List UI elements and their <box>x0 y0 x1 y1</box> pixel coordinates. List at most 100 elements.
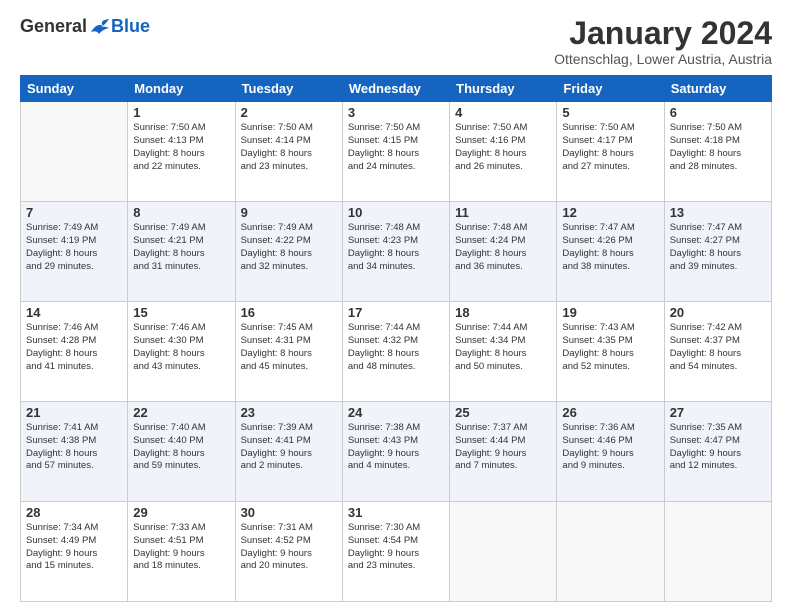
calendar-week-row: 14 Sunrise: 7:46 AM Sunset: 4:28 PM Dayli… <box>21 302 772 402</box>
day-number: 18 <box>455 305 551 320</box>
calendar-day-cell <box>450 502 557 602</box>
day-number: 23 <box>241 405 337 420</box>
calendar-day-cell: 31Sunrise: 7:30 AM Sunset: 4:54 PM Dayli… <box>342 502 449 602</box>
calendar-day-cell <box>557 502 664 602</box>
day-info: Sunrise: 7:40 AM Sunset: 4:40 PM Dayligh… <box>133 422 229 473</box>
calendar-day-cell: 22 Sunrise: 7:40 AM Sunset: 4:40 PM Dayli… <box>128 402 235 502</box>
calendar-day-cell: 30Sunrise: 7:31 AM Sunset: 4:52 PM Dayli… <box>235 502 342 602</box>
day-info: Sunrise: 7:49 AM Sunset: 4:19 PM Dayligh… <box>26 222 122 273</box>
day-info: Sunrise: 7:49 AM Sunset: 4:21 PM Dayligh… <box>133 222 229 273</box>
calendar-day-cell: 25 Sunrise: 7:37 AM Sunset: 4:44 PM Dayli… <box>450 402 557 502</box>
calendar-day-cell: 29Sunrise: 7:33 AM Sunset: 4:51 PM Dayli… <box>128 502 235 602</box>
calendar-day-cell: 4 Sunrise: 7:50 AM Sunset: 4:16 PM Daylig… <box>450 102 557 202</box>
day-number: 3 <box>348 105 444 120</box>
day-number: 25 <box>455 405 551 420</box>
day-info: Sunrise: 7:50 AM Sunset: 4:14 PM Dayligh… <box>241 122 337 173</box>
day-number: 26 <box>562 405 658 420</box>
calendar-week-row: 28 Sunrise: 7:34 AM Sunset: 4:49 PM Dayli… <box>21 502 772 602</box>
day-info: Sunrise: 7:46 AM Sunset: 4:30 PM Dayligh… <box>133 322 229 373</box>
calendar-day-cell: 20Sunrise: 7:42 AM Sunset: 4:37 PM Dayli… <box>664 302 771 402</box>
day-info: Sunrise: 7:49 AM Sunset: 4:22 PM Dayligh… <box>241 222 337 273</box>
day-number: 2 <box>241 105 337 120</box>
day-info: Sunrise: 7:46 AM Sunset: 4:28 PM Dayligh… <box>26 322 122 373</box>
subtitle: Ottenschlag, Lower Austria, Austria <box>554 51 772 67</box>
calendar-day-cell: 9 Sunrise: 7:49 AM Sunset: 4:22 PM Daylig… <box>235 202 342 302</box>
col-sunday: Sunday <box>21 76 128 102</box>
logo: General Blue <box>20 16 150 37</box>
day-number: 12 <box>562 205 658 220</box>
day-number: 6 <box>670 105 766 120</box>
day-number: 4 <box>455 105 551 120</box>
day-info: Sunrise: 7:44 AM Sunset: 4:32 PM Dayligh… <box>348 322 444 373</box>
calendar-day-cell: 12 Sunrise: 7:47 AM Sunset: 4:26 PM Dayli… <box>557 202 664 302</box>
calendar-header-row: Sunday Monday Tuesday Wednesday Thursday… <box>21 76 772 102</box>
day-info: Sunrise: 7:34 AM Sunset: 4:49 PM Dayligh… <box>26 522 122 573</box>
day-number: 24 <box>348 405 444 420</box>
calendar-day-cell: 17 Sunrise: 7:44 AM Sunset: 4:32 PM Dayli… <box>342 302 449 402</box>
calendar-table: Sunday Monday Tuesday Wednesday Thursday… <box>20 75 772 602</box>
day-number: 31 <box>348 505 444 520</box>
day-number: 27 <box>670 405 766 420</box>
day-number: 13 <box>670 205 766 220</box>
calendar-day-cell: 16 Sunrise: 7:45 AM Sunset: 4:31 PM Dayli… <box>235 302 342 402</box>
day-info: Sunrise: 7:37 AM Sunset: 4:44 PM Dayligh… <box>455 422 551 473</box>
day-info: Sunrise: 7:50 AM Sunset: 4:13 PM Dayligh… <box>133 122 229 173</box>
col-tuesday: Tuesday <box>235 76 342 102</box>
day-info: Sunrise: 7:50 AM Sunset: 4:17 PM Dayligh… <box>562 122 658 173</box>
day-number: 5 <box>562 105 658 120</box>
main-title: January 2024 <box>554 16 772 51</box>
day-info: Sunrise: 7:45 AM Sunset: 4:31 PM Dayligh… <box>241 322 337 373</box>
day-number: 9 <box>241 205 337 220</box>
day-number: 17 <box>348 305 444 320</box>
day-number: 11 <box>455 205 551 220</box>
logo-blue-text: Blue <box>111 16 150 37</box>
calendar-day-cell: 5 Sunrise: 7:50 AM Sunset: 4:17 PM Daylig… <box>557 102 664 202</box>
day-info: Sunrise: 7:44 AM Sunset: 4:34 PM Dayligh… <box>455 322 551 373</box>
calendar-day-cell: 1 Sunrise: 7:50 AM Sunset: 4:13 PM Daylig… <box>128 102 235 202</box>
calendar-day-cell: 15Sunrise: 7:46 AM Sunset: 4:30 PM Dayli… <box>128 302 235 402</box>
day-number: 1 <box>133 105 229 120</box>
page: General Blue January 2024 Ottenschlag, L… <box>0 0 792 612</box>
calendar-week-row: 21Sunrise: 7:41 AM Sunset: 4:38 PM Dayli… <box>21 402 772 502</box>
day-info: Sunrise: 7:36 AM Sunset: 4:46 PM Dayligh… <box>562 422 658 473</box>
calendar-day-cell: 27 Sunrise: 7:35 AM Sunset: 4:47 PM Dayli… <box>664 402 771 502</box>
calendar-day-cell: 13Sunrise: 7:47 AM Sunset: 4:27 PM Dayli… <box>664 202 771 302</box>
calendar-day-cell: 18 Sunrise: 7:44 AM Sunset: 4:34 PM Dayli… <box>450 302 557 402</box>
calendar-week-row: 1 Sunrise: 7:50 AM Sunset: 4:13 PM Daylig… <box>21 102 772 202</box>
calendar-day-cell <box>21 102 128 202</box>
calendar-day-cell <box>664 502 771 602</box>
calendar-day-cell: 21Sunrise: 7:41 AM Sunset: 4:38 PM Dayli… <box>21 402 128 502</box>
calendar-day-cell: 24Sunrise: 7:38 AM Sunset: 4:43 PM Dayli… <box>342 402 449 502</box>
calendar-day-cell: 6 Sunrise: 7:50 AM Sunset: 4:18 PM Daylig… <box>664 102 771 202</box>
day-info: Sunrise: 7:50 AM Sunset: 4:18 PM Dayligh… <box>670 122 766 173</box>
day-number: 30 <box>241 505 337 520</box>
calendar-day-cell: 28 Sunrise: 7:34 AM Sunset: 4:49 PM Dayli… <box>21 502 128 602</box>
day-number: 10 <box>348 205 444 220</box>
calendar-day-cell: 10Sunrise: 7:48 AM Sunset: 4:23 PM Dayli… <box>342 202 449 302</box>
col-saturday: Saturday <box>664 76 771 102</box>
day-number: 29 <box>133 505 229 520</box>
calendar-day-cell: 2 Sunrise: 7:50 AM Sunset: 4:14 PM Daylig… <box>235 102 342 202</box>
day-number: 22 <box>133 405 229 420</box>
day-number: 19 <box>562 305 658 320</box>
day-info: Sunrise: 7:41 AM Sunset: 4:38 PM Dayligh… <box>26 422 122 473</box>
day-number: 16 <box>241 305 337 320</box>
calendar-day-cell: 3Sunrise: 7:50 AM Sunset: 4:15 PM Daylig… <box>342 102 449 202</box>
day-info: Sunrise: 7:39 AM Sunset: 4:41 PM Dayligh… <box>241 422 337 473</box>
day-info: Sunrise: 7:50 AM Sunset: 4:16 PM Dayligh… <box>455 122 551 173</box>
day-number: 28 <box>26 505 122 520</box>
logo-bird-icon <box>89 18 111 36</box>
day-number: 20 <box>670 305 766 320</box>
day-number: 14 <box>26 305 122 320</box>
col-friday: Friday <box>557 76 664 102</box>
header: General Blue January 2024 Ottenschlag, L… <box>20 16 772 67</box>
calendar-day-cell: 14 Sunrise: 7:46 AM Sunset: 4:28 PM Dayli… <box>21 302 128 402</box>
day-info: Sunrise: 7:35 AM Sunset: 4:47 PM Dayligh… <box>670 422 766 473</box>
calendar-day-cell: 8Sunrise: 7:49 AM Sunset: 4:21 PM Daylig… <box>128 202 235 302</box>
calendar-day-cell: 26 Sunrise: 7:36 AM Sunset: 4:46 PM Dayli… <box>557 402 664 502</box>
day-info: Sunrise: 7:47 AM Sunset: 4:26 PM Dayligh… <box>562 222 658 273</box>
calendar-day-cell: 23 Sunrise: 7:39 AM Sunset: 4:41 PM Dayli… <box>235 402 342 502</box>
col-monday: Monday <box>128 76 235 102</box>
logo-general-text: General <box>20 16 87 37</box>
calendar-day-cell: 11Sunrise: 7:48 AM Sunset: 4:24 PM Dayli… <box>450 202 557 302</box>
